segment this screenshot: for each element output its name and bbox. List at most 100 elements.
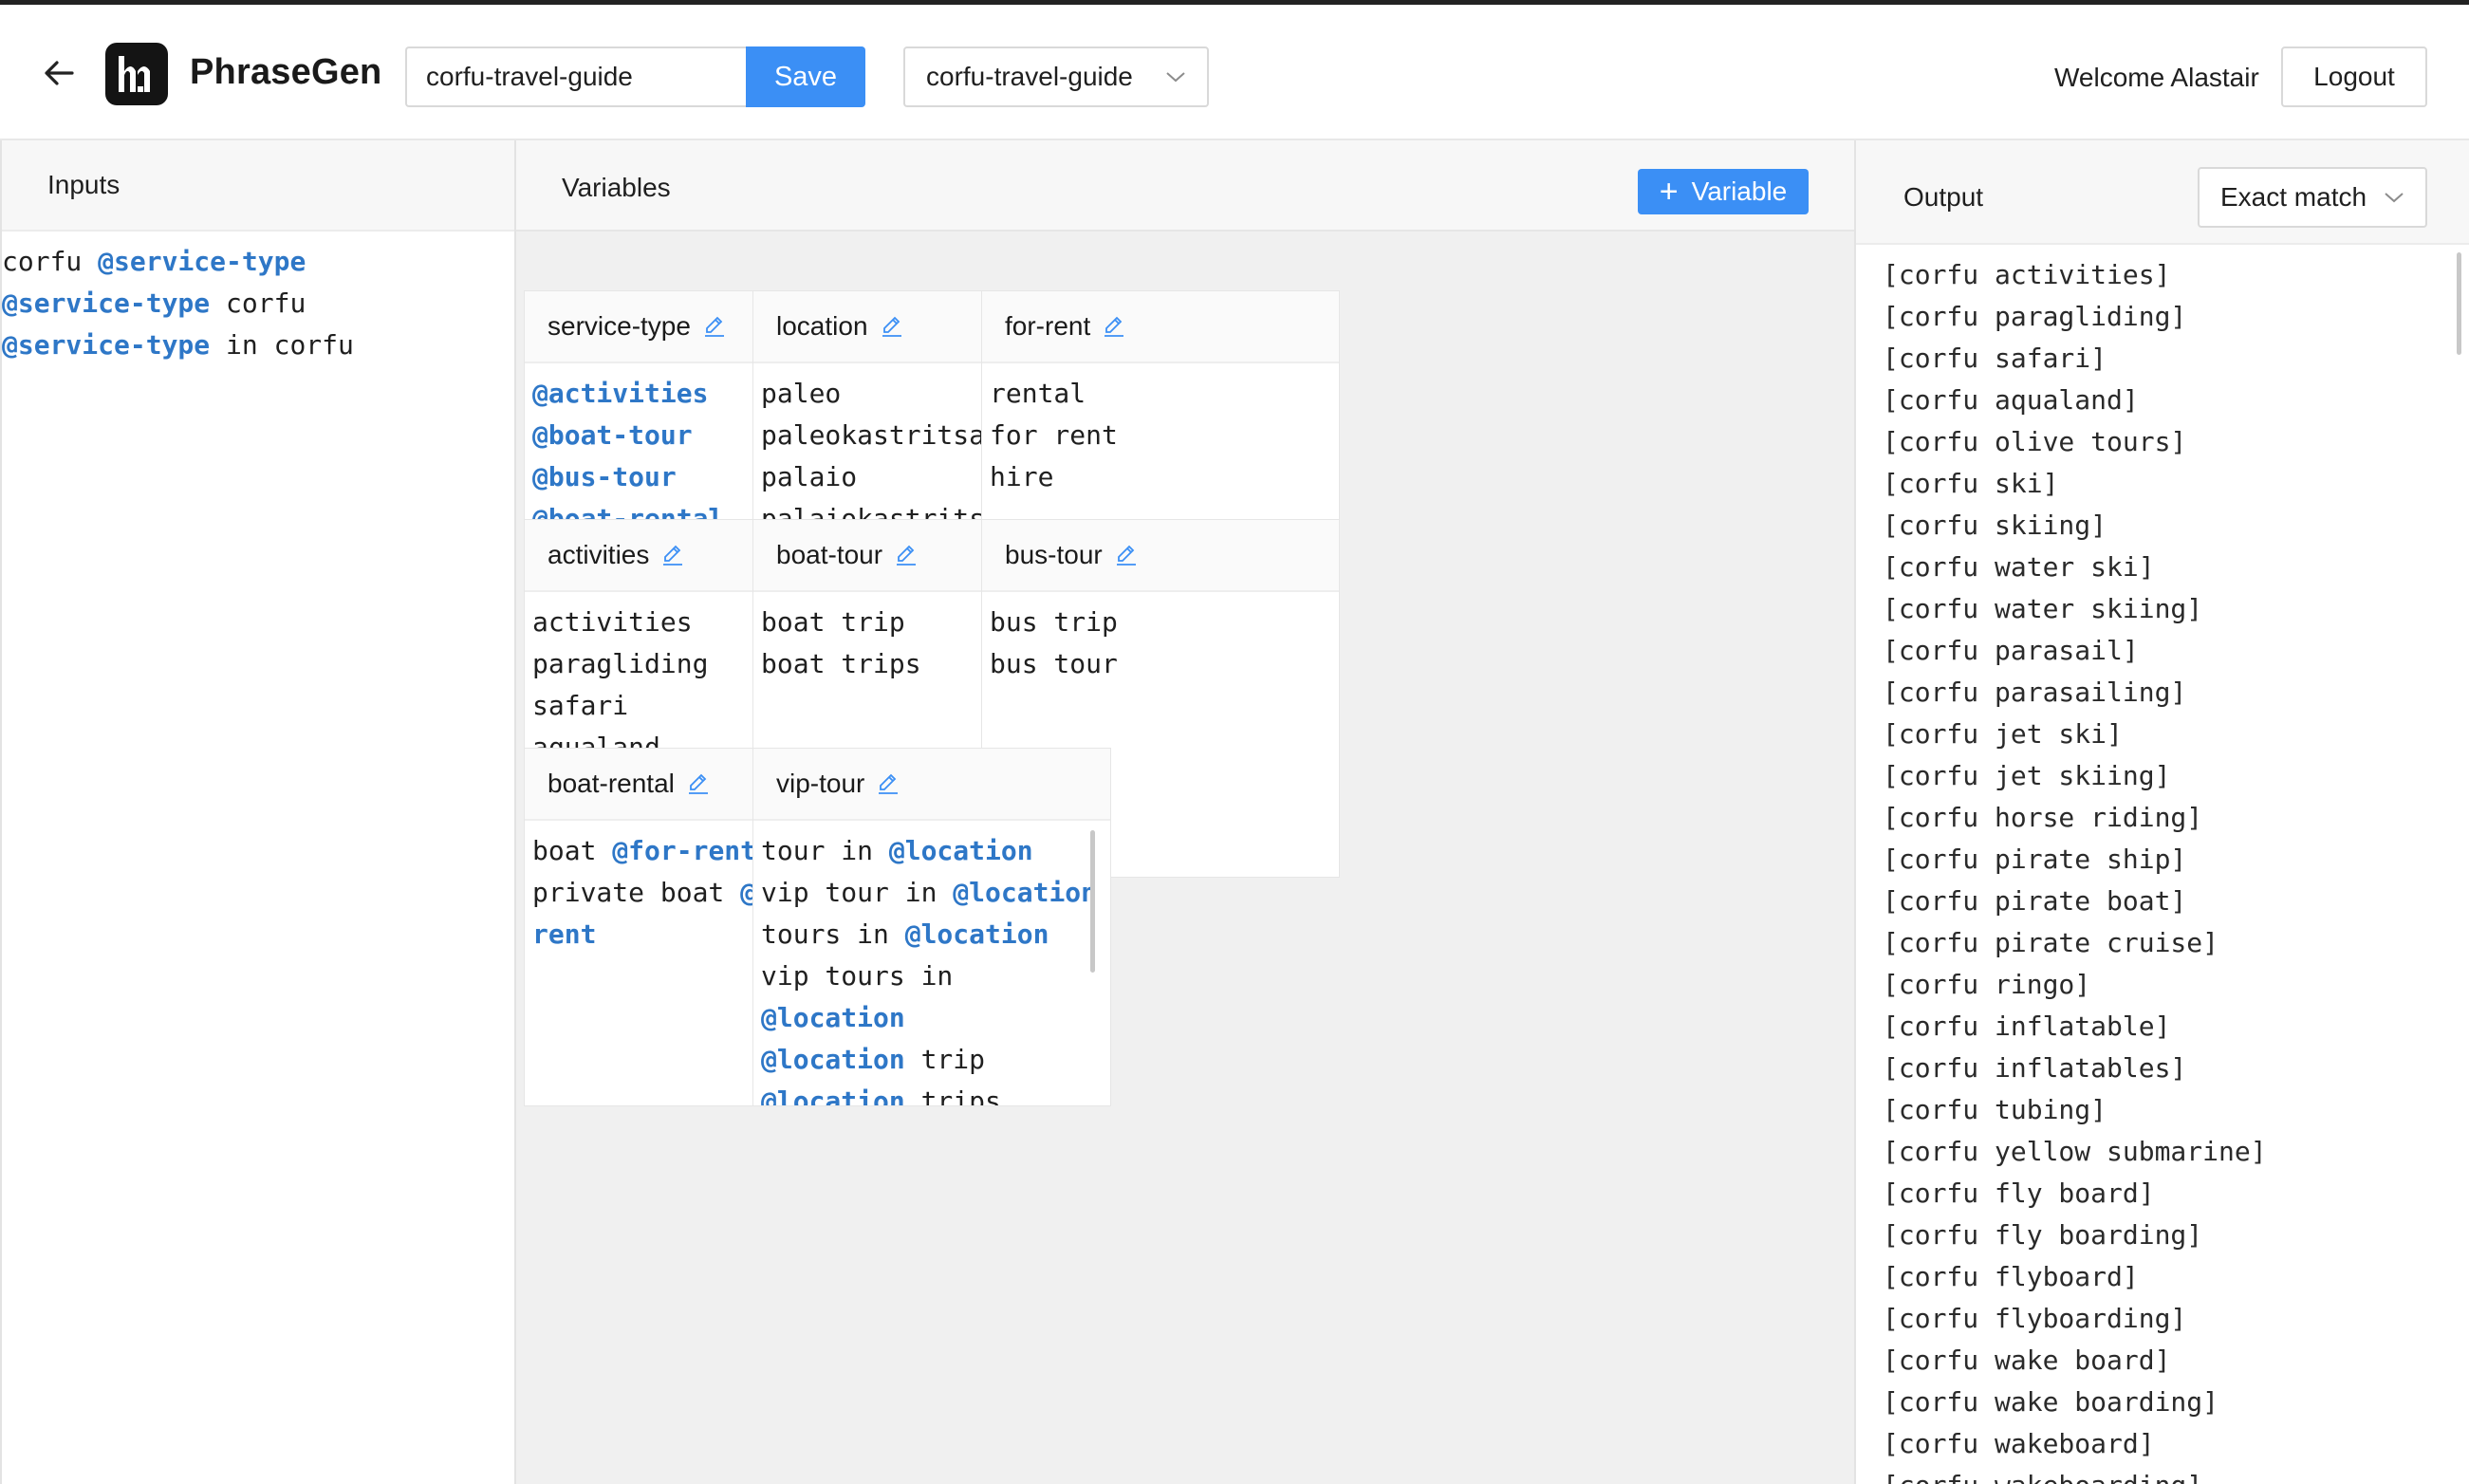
variable-card-header: vip-tour — [753, 749, 1110, 821]
variable-name: activities — [548, 540, 650, 569]
code-line: for rent — [990, 415, 1329, 456]
variable-card-header: for-rent — [982, 291, 1339, 363]
output-title: Output — [1903, 182, 1984, 212]
variable-token: @service-type — [2, 329, 211, 361]
text-token: activities — [532, 606, 693, 638]
variables-panel: Variables + Variable service-type @activi… — [516, 140, 1854, 1484]
output-scrollbar[interactable] — [2457, 252, 2461, 355]
variable-token: @location — [904, 918, 1049, 950]
code-line: vip tours in @location — [761, 955, 1101, 1039]
variable-name: boat-rental — [548, 769, 675, 798]
welcome-text: Welcome Alastair — [2054, 63, 2259, 92]
output-phrase: [corfu skiing] — [1883, 510, 2107, 541]
output-header: Output Exact match — [1856, 140, 2469, 245]
add-variable-button[interactable]: + Variable — [1638, 169, 1809, 214]
variable-token: @location — [761, 1085, 905, 1105]
variable-token: @service-type — [2, 288, 211, 319]
text-token: rental — [990, 378, 1086, 409]
variable-token: @location — [761, 1044, 905, 1075]
output-phrase: [corfu pirate cruise] — [1883, 927, 2219, 958]
output-phrase: [corfu yellow submarine] — [1883, 1136, 2267, 1167]
inputs-title: Inputs — [47, 170, 121, 199]
app-logo — [105, 43, 168, 105]
save-button[interactable]: Save — [746, 46, 865, 107]
add-variable-label: Variable — [1691, 176, 1788, 206]
output-phrase: [corfu paragliding] — [1883, 301, 2187, 332]
project-select[interactable]: corfu-travel-guide — [903, 46, 1209, 107]
code-line: bus tour — [990, 643, 1329, 685]
variable-name: service-type — [548, 311, 691, 341]
text-token: paleokastritsa — [761, 419, 986, 451]
variable-name: for-rent — [1005, 311, 1091, 341]
arrow-left-icon[interactable] — [40, 54, 78, 92]
output-phrase: [corfu flyboard] — [1883, 1261, 2139, 1292]
text-token: tour in — [761, 835, 889, 866]
text-token: safari — [532, 690, 629, 721]
brand-name: PhraseGen — [190, 52, 382, 92]
inputs-panel: Inputs corfu @service-type @service-type … — [0, 140, 516, 1484]
variable-token: @activities — [532, 378, 709, 409]
text-token: vip tour in — [761, 877, 954, 908]
code-line: rental — [990, 373, 1329, 415]
pencil-icon[interactable] — [1114, 543, 1139, 567]
text-token: for rent — [990, 419, 1118, 451]
pencil-icon[interactable] — [660, 543, 685, 567]
pencil-icon[interactable] — [880, 314, 904, 339]
code-line: bus trip — [990, 602, 1329, 643]
output-phrase: [corfu water ski] — [1883, 551, 2155, 583]
variable-values-editor[interactable]: tour in @location vip tour in @location to… — [761, 830, 1101, 1105]
inputs-editor[interactable]: corfu @service-type @service-type corfu @s… — [2, 232, 514, 366]
pencil-icon[interactable] — [702, 314, 727, 339]
code-line: vip tour in @location — [761, 872, 1101, 914]
chevron-down-icon — [2385, 193, 2404, 203]
output-phrase: [corfu pirate boat] — [1883, 885, 2187, 917]
variable-name: boat-tour — [776, 540, 883, 569]
variable-card: vip-tour tour in @location vip tour in @lo… — [752, 748, 1111, 1106]
pencil-icon[interactable] — [876, 771, 900, 796]
inputs-header: Inputs — [2, 140, 514, 232]
variable-token: @boat-tour — [532, 419, 693, 451]
output-phrase: [corfu olive tours] — [1883, 426, 2187, 457]
code-line: @location trip — [761, 1039, 1101, 1081]
text-token: tours in — [761, 918, 905, 950]
card-scrollbar[interactable] — [1090, 830, 1095, 973]
text-token: paragliding — [532, 648, 709, 679]
text-token: corfu — [210, 288, 306, 319]
output-phrase: [corfu ringo] — [1883, 969, 2091, 1000]
code-line: hire — [990, 456, 1329, 498]
output-phrase: [corfu aqualand] — [1883, 384, 2139, 416]
chevron-down-icon — [1166, 72, 1185, 83]
logo-mark-icon — [119, 56, 150, 92]
output-phrase: [corfu fly board] — [1883, 1178, 2155, 1209]
output-panel: Output Exact match [corfu activities] [co… — [1854, 140, 2469, 1484]
code-line: @service-type in corfu — [2, 325, 514, 366]
text-token: in corfu — [210, 329, 354, 361]
pencil-icon[interactable] — [1102, 314, 1126, 339]
variable-token: @for-rent — [612, 835, 757, 866]
variable-token: @location — [953, 877, 1098, 908]
variable-name: bus-tour — [1005, 540, 1103, 569]
output-phrase: [corfu jet skiing] — [1883, 760, 2171, 791]
output-phrase: [corfu parasailing] — [1883, 677, 2187, 708]
code-line: tour in @location — [761, 830, 1101, 872]
text-token: trips — [904, 1085, 1001, 1105]
text-token: boat trip — [761, 606, 905, 638]
variable-name: vip-tour — [776, 769, 865, 798]
output-phrase: [corfu fly boarding] — [1883, 1219, 2203, 1251]
output-phrase: [corfu wake boarding] — [1883, 1386, 2219, 1418]
text-token: palaio — [761, 461, 858, 492]
output-phrase: [corfu wake board] — [1883, 1345, 2171, 1376]
output-phrase: [corfu inflatables] — [1883, 1052, 2187, 1084]
output-phrase: [corfu parasail] — [1883, 635, 2139, 666]
code-line: @service-type corfu — [2, 283, 514, 325]
text-token: vip tours in — [761, 960, 970, 992]
project-name-input[interactable] — [405, 46, 746, 107]
logout-button[interactable]: Logout — [2281, 46, 2427, 107]
pencil-icon[interactable] — [686, 771, 711, 796]
variables-title: Variables — [562, 173, 671, 202]
pencil-icon[interactable] — [894, 543, 919, 567]
text-token: corfu — [2, 246, 99, 277]
output-phrase: [corfu jet ski] — [1883, 718, 2123, 750]
output-phrase: [corfu pirate ship] — [1883, 844, 2187, 875]
match-type-select[interactable]: Exact match — [2198, 167, 2427, 228]
